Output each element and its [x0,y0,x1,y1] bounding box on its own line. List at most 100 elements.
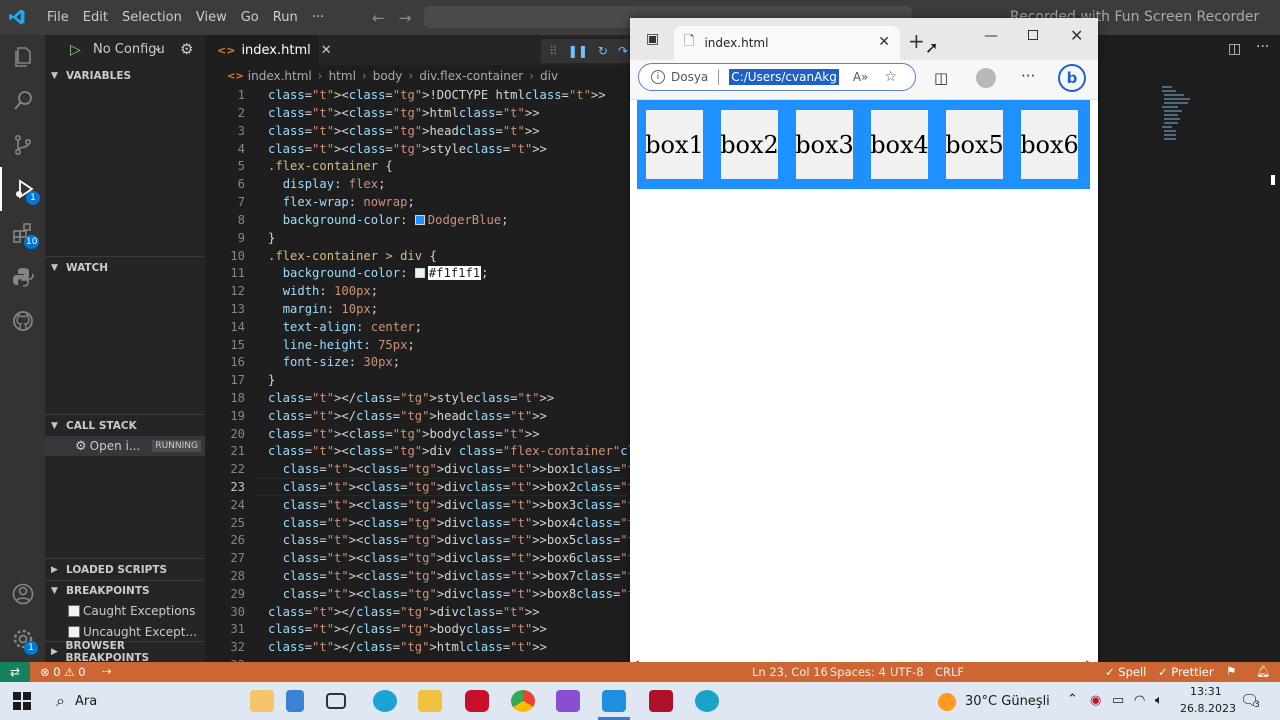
address-url[interactable]: C:/Users/cvanAkg [729,69,839,85]
accounts-activity[interactable] [0,572,45,616]
menu-edit[interactable]: Edit [76,10,115,25]
nav-arrows[interactable]: ← → [372,9,411,27]
wifi-icon[interactable]: ◠ [1134,693,1145,708]
power-app-icon[interactable] [465,690,489,712]
step-over-icon[interactable]: ↷ [618,44,628,58]
chevron-down-icon[interactable]: ⌄ [153,40,163,54]
code-line: class="t"><class="tg">!DOCTYPE htmlclass… [268,88,606,102]
breakpoint-caught[interactable]: Caught Exceptions [45,601,205,621]
call-stack-item[interactable]: ⚙ Open i... RUNNING [45,436,205,456]
code-line: class="t"></class="tg">divclass="t">> [268,605,540,619]
tab-actions-icon[interactable]: ▣ [646,31,659,47]
settings-more-icon[interactable]: ··· [1021,67,1035,85]
close-window-icon[interactable]: ✕ [1070,26,1083,45]
bottle-highlight-icon [286,690,304,712]
breadcrumb-flex-container[interactable]: div.flex-container [419,69,523,83]
close-tab-icon[interactable]: ✕ [878,34,890,50]
task-view-icon[interactable] [326,693,346,709]
breakpoint-uncaught[interactable]: Uncaught Except... [45,622,205,642]
remote-indicator[interactable]: ⇄ [0,662,30,682]
forward-arrow-icon[interactable]: → [399,9,412,27]
new-tab-icon[interactable]: + [908,29,925,53]
minimap[interactable] [1162,86,1194,146]
menu-more[interactable]: ··· [305,10,331,25]
clock-time[interactable]: 13:31 [1190,685,1222,698]
notifications-bell-icon[interactable]: 🔔︎ [1256,664,1271,678]
read-aloud-icon[interactable]: A» [853,70,869,84]
breadcrumb-div[interactable]: div [540,69,558,83]
menu-run[interactable]: Run [266,10,305,25]
encoding[interactable]: UTF-8 [890,665,924,679]
call-stack-section-header[interactable]: ▼ CALL STACK [45,415,205,437]
battery-icon[interactable]: ▭ [1112,693,1124,708]
windows-start-icon[interactable] [13,692,31,710]
end-of-line[interactable]: CRLF [935,665,964,679]
tray-chevron-up-icon[interactable]: ⌃ [1067,692,1078,707]
file-explorer-icon[interactable] [418,690,442,712]
live-share-icon[interactable]: ⇢ [102,664,112,678]
drag-handle-icon[interactable]: ⠿ [549,44,558,58]
menu-selection[interactable]: Selection [115,10,189,25]
edge-dev-icon[interactable] [695,690,719,712]
back-arrow-icon[interactable]: ← [372,9,385,27]
caught-exceptions-checkbox[interactable] [68,605,80,617]
volume-icon[interactable]: 🔈︎ [1155,693,1163,708]
search-activity[interactable] [0,79,45,123]
menu-go[interactable]: Go [234,10,266,25]
spell-checker[interactable]: ✓ Spell [1105,665,1146,679]
manage-activity[interactable]: 1 [0,617,45,661]
line-number: 22 [230,462,245,476]
info-icon[interactable]: i [651,70,665,84]
maximize-icon[interactable] [1028,30,1038,40]
address-field[interactable]: i Dosya C:/Users/cvanAkg A» ☆ [638,63,916,91]
browser-breakpoints-section-header[interactable]: ▶ BROWSER BREAKPOINTS [45,640,205,664]
prettier-status[interactable]: ✓ Prettier [1158,665,1214,679]
chrome-icon[interactable] [511,690,535,712]
weather-text[interactable]: 30°C Güneşli [965,694,1050,709]
split-editor-icon[interactable]: ◫ [1228,41,1241,57]
restart-icon[interactable]: ↻ [598,44,608,58]
close-icon[interactable]: ✕ [321,43,332,58]
browser-tab[interactable]: 🗋 index.html ✕ [674,26,900,60]
more-actions-icon[interactable]: ··· [1256,39,1269,55]
vscode-taskbar-icon[interactable] [602,690,626,712]
cursor-position[interactable]: Ln 23, Col 16 [752,665,828,679]
python-activity[interactable] [0,255,45,299]
chevron-down-icon: ▼ [51,586,58,596]
breadcrumb-file[interactable]: index.html [248,69,312,83]
visual-studio-icon[interactable] [556,690,580,712]
debug-settings-gear-icon[interactable]: ⚙ [180,40,193,58]
code-editor[interactable]: 1 2 3 4 5 6 7 8 9 10 11 12 13 14 15 16 1… [205,87,848,672]
variables-section-header[interactable]: ▼ VARIABLES [45,65,205,87]
menu-file[interactable]: File [40,10,76,25]
favorite-star-icon[interactable]: ☆ [884,69,897,85]
source-control-activity[interactable] [0,123,45,167]
menu-view[interactable]: View [189,10,234,25]
minimize-icon[interactable]: — [984,28,998,44]
loaded-scripts-section-header[interactable]: ▶ LOADED SCRIPTS [45,559,205,581]
bing-copilot-icon[interactable]: b [1058,64,1086,92]
tab-index-html[interactable]: <> index.html ✕ [205,35,332,65]
profile-avatar-icon[interactable] [976,68,996,88]
watch-section-header[interactable]: ▼ WATCH [45,257,205,279]
uncaught-exceptions-checkbox[interactable] [68,626,80,638]
indentation[interactable]: Spaces: 4 [830,665,886,679]
pause-icon[interactable]: ❚❚ [568,44,588,58]
feedback-icon[interactable]: ⚑ [1226,664,1236,678]
split-screen-icon[interactable]: ◫ [934,69,948,87]
taskbar-search[interactable]: ⌕ Ara [46,686,236,716]
problems-counter[interactable]: ⊗ 0 ⚠ 0 [40,665,86,679]
run-debug-activity[interactable]: 1 [0,167,45,211]
breadcrumb-body[interactable]: body [373,69,403,83]
extensions-activity[interactable]: 10 [0,211,45,255]
breakpoints-section-header[interactable]: ▼ BREAKPOINTS [45,580,205,602]
clock-date[interactable]: 26.8.2023 [1180,702,1236,715]
start-debugging-icon[interactable]: ▷ [70,42,81,58]
breadcrumb-html[interactable]: html [329,69,356,83]
edge-icon[interactable] [373,690,397,712]
tray-app-icon[interactable]: ◉ [1090,693,1101,708]
github-activity[interactable] [0,299,45,343]
explorer-activity[interactable] [0,35,45,79]
code-line: width: 100px; [282,284,379,298]
screen-recorder-icon[interactable] [649,690,673,712]
